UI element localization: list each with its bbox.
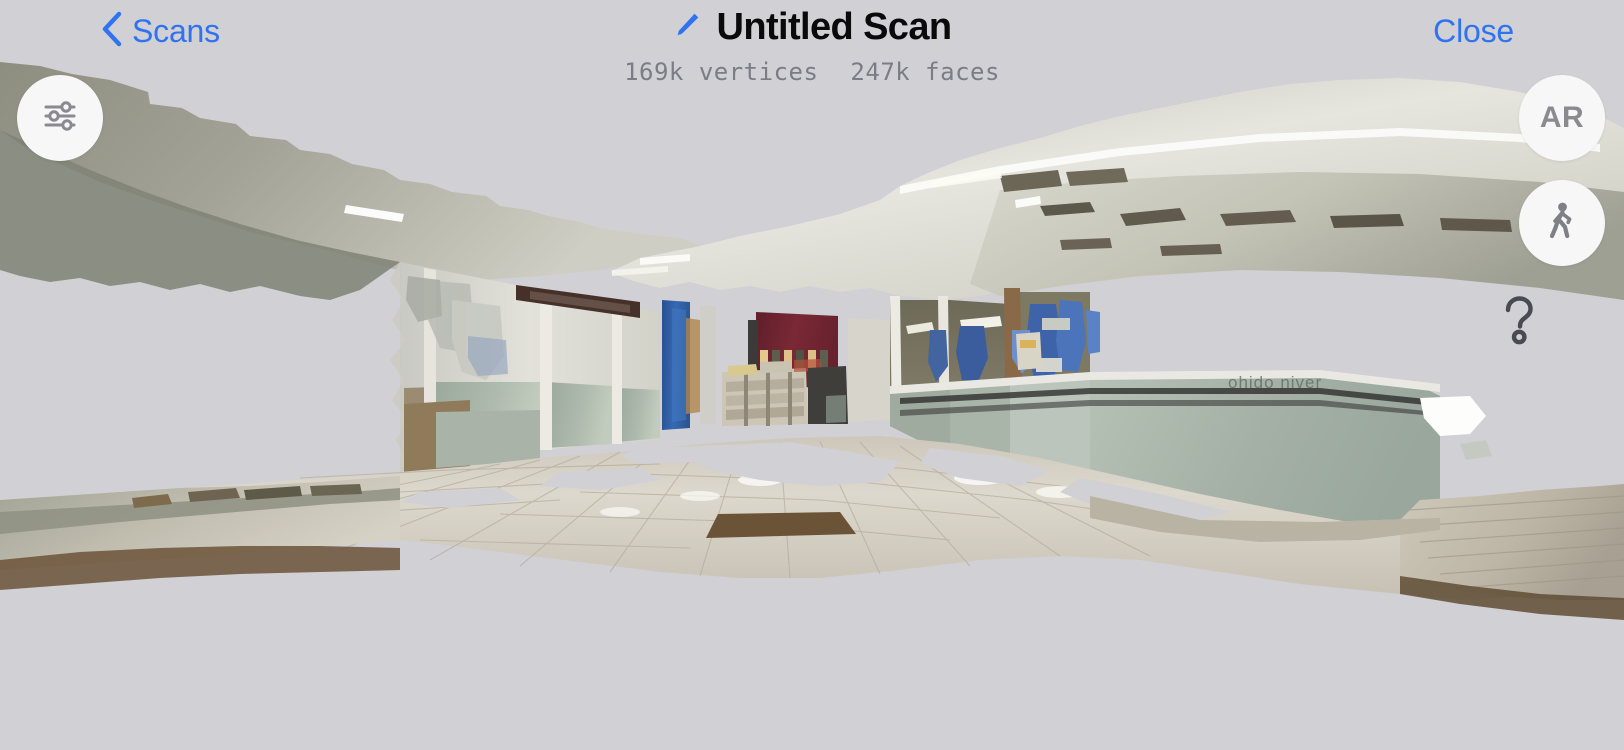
back-button[interactable]: Scans — [100, 10, 220, 52]
mesh-back-right-wall — [848, 318, 890, 422]
mesh-back-bin — [826, 395, 846, 423]
mesh-door-wood-strip — [686, 318, 700, 414]
mesh-render[interactable]: ohido niver — [0, 0, 1624, 750]
mesh-left-counter-glass — [436, 410, 540, 468]
back-button-label: Scans — [132, 13, 220, 49]
ar-button[interactable]: AR — [1519, 75, 1605, 161]
chevron-left-icon — [100, 11, 122, 52]
mesh-back-opening — [700, 306, 716, 424]
scan-viewer-screen: ohido niver Scans Untitled Scan 169k ver… — [0, 0, 1624, 750]
help-button[interactable] — [1492, 295, 1546, 349]
walking-person-icon — [1542, 199, 1582, 248]
settings-button[interactable] — [17, 75, 103, 161]
mesh-interior-machine — [1016, 332, 1042, 370]
mesh-right-fragment-2 — [1460, 440, 1492, 460]
scan-title-block: Untitled Scan 169k vertices 247k faces — [624, 2, 1000, 86]
mesh-blue-door-panel — [672, 308, 686, 422]
walk-mode-button[interactable] — [1519, 180, 1605, 266]
mesh-left-pillar-2 — [612, 303, 622, 444]
mesh-glass-etched-text: ohido niver — [1228, 373, 1322, 392]
3d-mesh-viewport[interactable]: ohido niver — [0, 0, 1624, 750]
vertex-count: 169k vertices — [624, 58, 819, 86]
mesh-left-pillar-1 — [540, 288, 552, 450]
mesh-left-glass-2 — [546, 382, 612, 448]
sliders-icon — [38, 94, 82, 143]
ar-button-label: AR — [1539, 101, 1585, 134]
close-button[interactable]: Close — [1433, 10, 1514, 52]
page-title: Untitled Scan — [716, 6, 952, 48]
mesh-interior-machine-panel — [1020, 340, 1036, 348]
mesh-stats: 169k vertices 247k faces — [624, 58, 1000, 86]
pencil-icon[interactable] — [672, 10, 702, 45]
question-mark-icon — [1494, 293, 1544, 352]
face-count: 247k faces — [850, 58, 1000, 86]
mesh-left-glass-3 — [618, 388, 660, 442]
mesh-floor-mat — [706, 512, 856, 538]
scan-title-edit[interactable]: Untitled Scan — [624, 2, 1000, 52]
